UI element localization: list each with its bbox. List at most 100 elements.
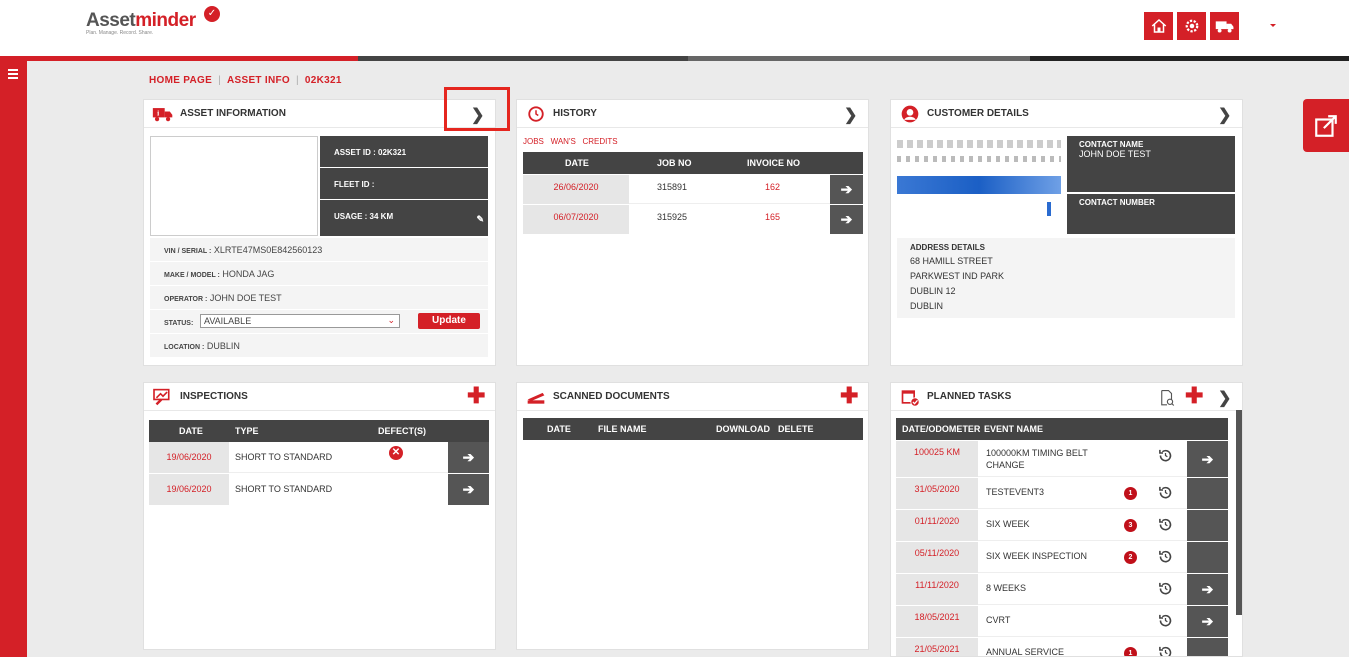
row-event-name: SIX WEEK <box>986 519 1030 529</box>
table-row: 19/06/2020 SHORT TO STANDARD ➔ <box>149 474 489 505</box>
arrow-right-icon[interactable]: ➔ <box>830 205 863 234</box>
usage-value: USAGE : 34 KM ✎ <box>320 200 488 236</box>
add-icon[interactable]: ✚ <box>467 385 485 407</box>
action-cell[interactable] <box>1187 542 1228 573</box>
calendar-check-icon <box>899 388 921 407</box>
history-table-header: DATE JOB NO INVOICE NO <box>523 152 863 174</box>
highlight-annotation <box>444 87 510 131</box>
arrow-right-icon[interactable]: ➔ <box>830 175 863 204</box>
usage-text: USAGE : 34 KM <box>334 212 394 221</box>
tab-wans[interactable]: WAN'S <box>551 137 576 146</box>
defect-x-icon[interactable]: ✕ <box>389 446 403 460</box>
chevron-right-icon[interactable]: ❯ <box>844 105 857 125</box>
breadcrumb-home[interactable]: HOME PAGE <box>149 75 212 86</box>
status-select[interactable]: AVAILABLE ⌄ <box>200 314 400 328</box>
action-cell[interactable] <box>1187 510 1228 541</box>
row-date[interactable]: 11/11/2020 <box>896 574 978 605</box>
location-value: DUBLIN <box>206 341 240 351</box>
col-download: DOWNLOAD <box>716 424 770 434</box>
breadcrumb: HOME PAGE | ASSET INFO | 02K321 <box>149 75 342 86</box>
update-button[interactable]: Update <box>418 313 480 329</box>
row-invoice-no[interactable]: 165 <box>765 212 780 222</box>
history-icon[interactable] <box>1158 485 1173 503</box>
history-icon <box>525 105 547 123</box>
logo-check-icon: ✓ <box>204 6 220 22</box>
chevron-right-icon[interactable]: ❯ <box>1218 388 1231 408</box>
row-invoice-no[interactable]: 162 <box>765 182 780 192</box>
add-icon[interactable]: ✚ <box>1185 385 1203 407</box>
row-date[interactable]: 21/05/2021 <box>896 638 978 656</box>
arrow-right-icon[interactable]: ➔ <box>1187 441 1228 477</box>
arrow-right-icon[interactable]: ➔ <box>448 474 489 505</box>
chevron-right-icon[interactable]: ❯ <box>1218 105 1231 125</box>
action-cell[interactable] <box>1187 638 1228 656</box>
history-panel: HISTORY ❯ JOBS WAN'S CREDITS DATE JOB NO… <box>516 99 869 366</box>
home-button[interactable] <box>1144 12 1173 40</box>
fleet-id-value: FLEET ID : <box>320 168 488 199</box>
col-date: DATE <box>547 424 571 434</box>
location-label: LOCATION : <box>164 344 205 351</box>
chevron-down-icon: ⌄ <box>387 315 395 325</box>
count-badge: 1 <box>1124 647 1137 656</box>
arrow-right-icon[interactable]: ➔ <box>448 442 489 473</box>
row-job-no: 315925 <box>657 212 688 222</box>
row-date[interactable]: 31/05/2020 <box>896 478 978 509</box>
action-cell[interactable] <box>1187 478 1228 509</box>
hamburger-menu-icon[interactable] <box>8 69 18 81</box>
row-date[interactable]: 05/11/2020 <box>896 542 978 573</box>
history-icon[interactable] <box>1158 448 1173 466</box>
inspections-table-header: DATE TYPE DEFECT(S) <box>149 420 489 442</box>
contact-name-label: CONTACT NAME <box>1079 140 1144 149</box>
vin-row: VIN / SERIAL : XLRTE47MS0E842560123 <box>150 238 488 262</box>
status-select-value: AVAILABLE <box>204 316 252 326</box>
planned-tasks-scrollbar[interactable] <box>1236 410 1242 615</box>
row-date[interactable]: 26/06/2020 <box>523 175 629 204</box>
search-document-icon[interactable] <box>1158 389 1176 410</box>
breadcrumb-asset-info[interactable]: ASSET INFO <box>227 75 290 86</box>
tab-jobs[interactable]: JOBS <box>523 137 544 146</box>
table-row: 100025 KM 100000KM TIMING BELT CHANGE ➔ <box>896 441 1228 477</box>
tab-credits[interactable]: CREDITS <box>582 137 617 146</box>
row-event-name: ANNUAL SERVICE <box>986 647 1065 657</box>
table-row: 21/05/2021 ANNUAL SERVICE 1 <box>896 638 1228 657</box>
history-icon[interactable] <box>1158 581 1173 599</box>
arrow-right-icon[interactable]: ➔ <box>1187 606 1228 637</box>
col-type: TYPE <box>235 426 259 436</box>
history-icon[interactable] <box>1158 517 1173 535</box>
customer-logo-image <box>897 136 1061 232</box>
history-icon[interactable] <box>1158 549 1173 567</box>
add-icon[interactable]: ✚ <box>840 385 858 407</box>
history-icon[interactable] <box>1158 645 1173 656</box>
app-logo[interactable]: Assetminder Plan. Manage. Record. Share.… <box>86 6 220 36</box>
history-icon[interactable] <box>1158 613 1173 631</box>
vehicles-button[interactable] <box>1210 12 1239 40</box>
row-date[interactable]: 06/07/2020 <box>523 205 629 234</box>
row-date[interactable]: 19/06/2020 <box>149 442 229 473</box>
settings-button[interactable] <box>1177 12 1206 40</box>
row-date[interactable]: 100025 KM <box>896 441 978 477</box>
make-row: MAKE / MODEL : HONDA JAG <box>150 262 488 286</box>
edit-icon[interactable]: ✎ <box>476 214 484 225</box>
operator-label: OPERATOR : <box>164 296 208 303</box>
count-badge: 2 <box>1124 551 1137 564</box>
user-dropdown-caret-icon[interactable] <box>1270 24 1276 27</box>
address-line-3: DUBLIN 12 <box>910 286 956 296</box>
row-date[interactable]: 19/06/2020 <box>149 474 229 505</box>
table-row: 18/05/2021 CVRT ➔ <box>896 606 1228 637</box>
side-action-button[interactable] <box>1303 99 1349 152</box>
col-date: DATE <box>179 426 203 436</box>
row-date[interactable]: 01/11/2020 <box>896 510 978 541</box>
panel-title: ASSET INFORMATION <box>180 108 286 119</box>
arrow-right-icon[interactable]: ➔ <box>1187 574 1228 605</box>
table-row: 31/05/2020 TESTEVENT3 1 <box>896 478 1228 509</box>
app-header: Assetminder Plan. Manage. Record. Share.… <box>0 0 1349 56</box>
breadcrumb-asset-id: 02K321 <box>304 75 342 86</box>
col-date: DATE <box>565 158 589 168</box>
customer-details-panel: CUSTOMER DETAILS ❯ CONTACT NAME JOHN DOE… <box>890 99 1243 366</box>
row-job-no: 315891 <box>657 182 688 192</box>
row-date[interactable]: 18/05/2021 <box>896 606 978 637</box>
contact-number-label: CONTACT NUMBER <box>1079 198 1155 207</box>
col-invoice-no: INVOICE NO <box>747 158 801 168</box>
row-event-name: TESTEVENT3 <box>986 487 1045 497</box>
contact-number-block: CONTACT NUMBER <box>1067 194 1235 234</box>
